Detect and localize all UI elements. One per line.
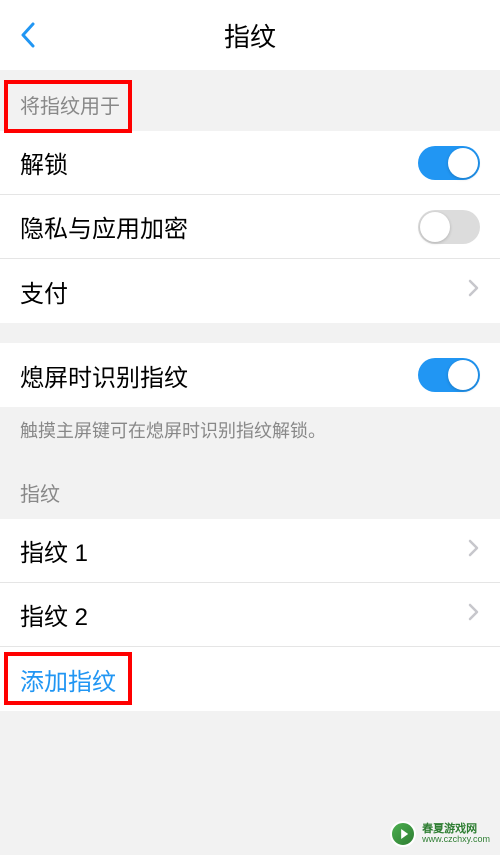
row-screenoff[interactable]: 熄屏时识别指纹 <box>0 343 500 407</box>
toggle-knob <box>448 360 478 390</box>
privacy-label: 隐私与应用加密 <box>20 209 188 244</box>
list-use-for: 解锁 隐私与应用加密 支付 <box>0 131 500 323</box>
screenoff-label: 熄屏时识别指纹 <box>20 358 188 393</box>
chevron-left-icon <box>20 22 36 48</box>
screenoff-toggle[interactable] <box>418 358 480 392</box>
page-title: 指纹 <box>224 17 276 54</box>
row-privacy[interactable]: 隐私与应用加密 <box>0 195 500 259</box>
row-fingerprint-1[interactable]: 指纹 1 <box>0 519 500 583</box>
screenoff-hint: 触摸主屏键可在熄屏时识别指纹解锁。 <box>0 407 500 464</box>
back-button[interactable] <box>18 20 38 50</box>
watermark-url: www.czchxy.com <box>422 835 490 845</box>
chevron-right-icon <box>468 603 480 627</box>
list-fingerprints: 指纹 1 指纹 2 添加指纹 <box>0 519 500 711</box>
row-pay[interactable]: 支付 <box>0 259 500 323</box>
toggle-knob <box>420 212 450 242</box>
privacy-toggle[interactable] <box>418 210 480 244</box>
unlock-label: 解锁 <box>20 145 68 180</box>
spacer <box>0 323 500 343</box>
header: 指纹 <box>0 0 500 70</box>
section-header-use-for: 将指纹用于 <box>0 70 500 131</box>
row-add-fingerprint[interactable]: 添加指纹 <box>0 647 500 711</box>
unlock-toggle[interactable] <box>418 146 480 180</box>
watermark-text: 春夏游戏网 www.czchxy.com <box>422 823 490 845</box>
section-header-fingerprints: 指纹 <box>0 464 500 519</box>
row-unlock[interactable]: 解锁 <box>0 131 500 195</box>
fingerprint-1-label: 指纹 1 <box>20 533 88 568</box>
chevron-right-icon <box>468 279 480 303</box>
pay-label: 支付 <box>20 274 68 309</box>
watermark: 春夏游戏网 www.czchxy.com <box>390 821 490 847</box>
toggle-knob <box>448 148 478 178</box>
add-fingerprint-label: 添加指纹 <box>20 662 116 697</box>
row-fingerprint-2[interactable]: 指纹 2 <box>0 583 500 647</box>
list-screenoff: 熄屏时识别指纹 <box>0 343 500 407</box>
chevron-right-icon <box>468 539 480 563</box>
watermark-logo-icon <box>390 821 416 847</box>
fingerprint-2-label: 指纹 2 <box>20 597 88 632</box>
